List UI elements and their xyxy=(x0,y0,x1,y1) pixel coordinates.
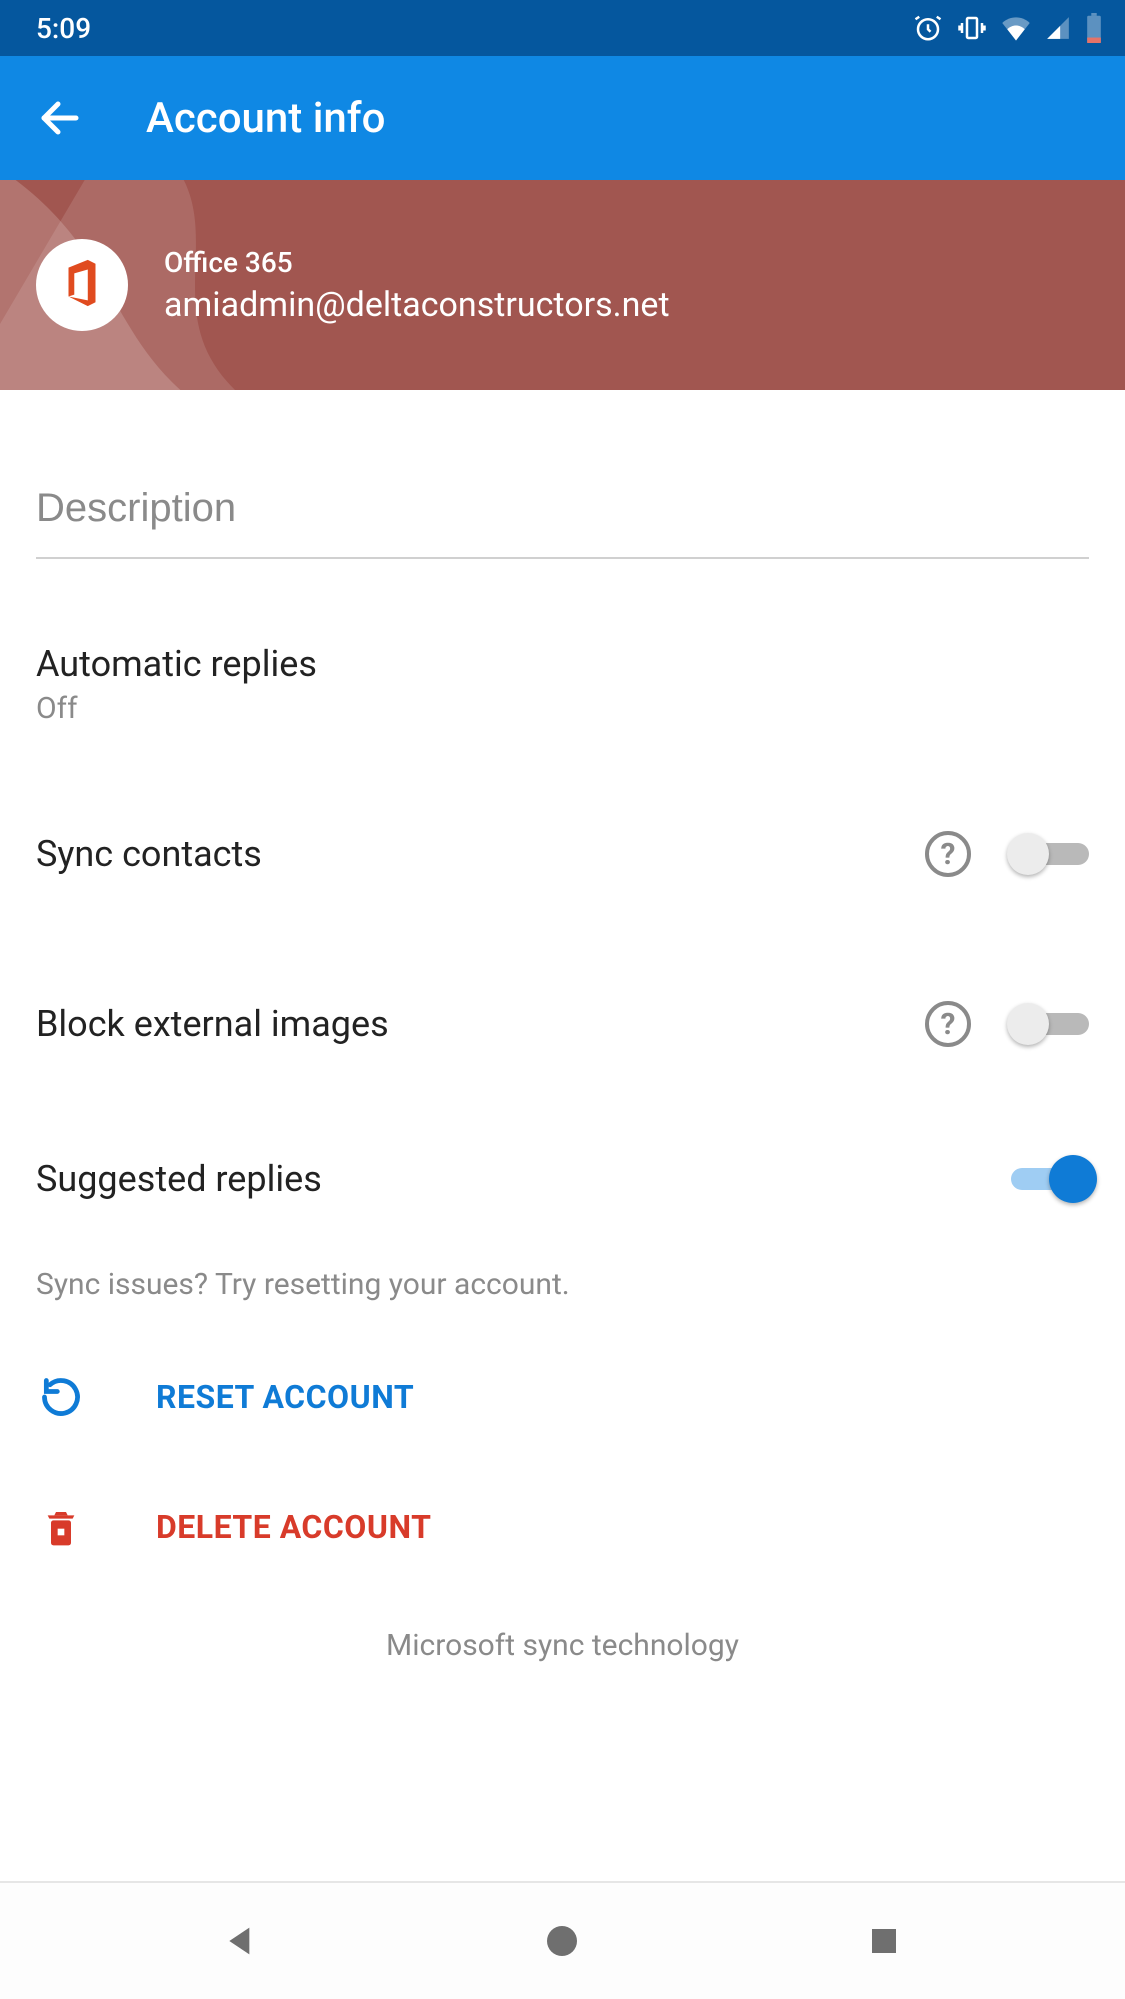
page-title: Account info xyxy=(146,94,385,143)
back-button[interactable] xyxy=(30,88,90,148)
help-icon[interactable]: ? xyxy=(925,1001,971,1047)
help-icon[interactable]: ? xyxy=(925,831,971,877)
reset-account-label: RESET ACCOUNT xyxy=(156,1378,414,1416)
nav-home-button[interactable] xyxy=(522,1901,602,1981)
delete-account-button[interactable]: DELETE ACCOUNT xyxy=(36,1462,1089,1592)
settings-content: Automatic replies Off Sync contacts ? Bl… xyxy=(0,390,1125,1703)
status-time: 5:09 xyxy=(36,12,91,45)
block-external-images-row: Block external images ? xyxy=(36,939,1089,1109)
office-icon xyxy=(58,256,106,314)
screen: 5:09 Account info xyxy=(0,0,1125,1999)
vibrate-icon xyxy=(957,13,987,43)
sync-contacts-toggle[interactable] xyxy=(1011,833,1089,875)
wifi-icon xyxy=(1001,15,1031,41)
account-header: Office 365 amiadmin@deltaconstructors.ne… xyxy=(0,180,1125,390)
alarm-icon xyxy=(913,13,943,43)
suggested-replies-toggle[interactable] xyxy=(1011,1158,1089,1200)
sync-contacts-row: Sync contacts ? xyxy=(36,769,1089,939)
reset-account-button[interactable]: RESET ACCOUNT xyxy=(36,1332,1089,1462)
nav-back-button[interactable] xyxy=(201,1901,281,1981)
trash-icon xyxy=(36,1505,86,1549)
sync-hint: Sync issues? Try resetting your account. xyxy=(36,1249,1089,1332)
automatic-replies-label: Automatic replies xyxy=(36,643,317,685)
description-input[interactable] xyxy=(36,480,1089,547)
suggested-replies-row: Suggested replies xyxy=(36,1109,1089,1249)
battery-icon xyxy=(1085,13,1103,43)
account-avatar xyxy=(36,239,128,331)
system-nav-bar xyxy=(0,1881,1125,1999)
description-field-wrap xyxy=(36,390,1089,559)
status-bar: 5:09 xyxy=(0,0,1125,56)
sync-technology-note: Microsoft sync technology xyxy=(36,1592,1089,1703)
account-type-label: Office 365 xyxy=(164,246,670,279)
automatic-replies-row[interactable]: Automatic replies Off xyxy=(36,599,1089,769)
account-email-label: amiadmin@deltaconstructors.net xyxy=(164,285,670,325)
reset-icon xyxy=(36,1375,86,1419)
account-text: Office 365 amiadmin@deltaconstructors.ne… xyxy=(164,246,670,325)
sync-contacts-label: Sync contacts xyxy=(36,833,262,875)
status-icons xyxy=(913,13,1103,43)
suggested-replies-label: Suggested replies xyxy=(36,1158,322,1200)
nav-recent-button[interactable] xyxy=(844,1901,924,1981)
automatic-replies-value: Off xyxy=(36,691,317,726)
block-external-images-label: Block external images xyxy=(36,1003,389,1045)
cell-signal-icon xyxy=(1045,15,1071,41)
app-bar: Account info xyxy=(0,56,1125,180)
delete-account-label: DELETE ACCOUNT xyxy=(156,1508,431,1546)
block-external-images-toggle[interactable] xyxy=(1011,1003,1089,1045)
